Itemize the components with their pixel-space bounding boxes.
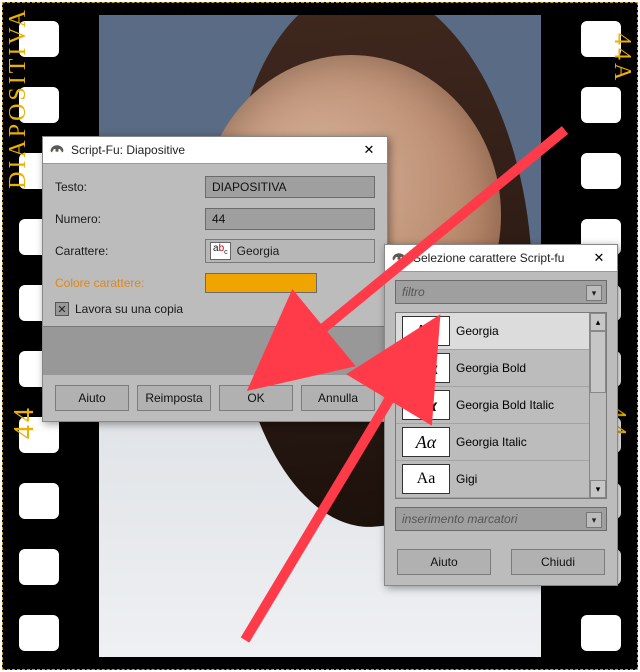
chevron-down-icon: ▾ xyxy=(586,285,602,301)
scroll-down-icon[interactable]: ▾ xyxy=(590,480,606,498)
film-num-a: 44A xyxy=(608,33,635,83)
font-list: Aα Georgia Aα Georgia Bold Aα Georgia Bold It… xyxy=(395,312,607,499)
dialog-title: Script-Fu: Diapositive xyxy=(71,143,351,157)
dialog2-body: filtro ▾ Aα Georgia Aα Georgia Bold Aα Georgi… xyxy=(385,272,617,531)
font-sample-icon: Aα xyxy=(402,316,450,346)
input-testo[interactable]: DIAPOSITIVA xyxy=(205,176,375,198)
reimposta-button[interactable]: Reimposta xyxy=(137,385,211,411)
label-numero: Numero: xyxy=(55,212,205,226)
wilber-icon xyxy=(49,143,65,157)
ok-button[interactable]: OK xyxy=(219,385,293,411)
font-sample-icon: Aα xyxy=(402,353,450,383)
font-sample-icon: Aα xyxy=(402,427,450,457)
marker-combo[interactable]: inserimento marcatori ▾ xyxy=(395,507,607,531)
font-item[interactable]: Aα Georgia Italic xyxy=(396,424,590,461)
sprocket-hole xyxy=(19,549,59,585)
scroll-thumb[interactable] xyxy=(590,331,606,393)
label-carattere: Carattere: xyxy=(55,244,205,258)
label-testo: Testo: xyxy=(55,180,205,194)
scroll-up-icon[interactable]: ▴ xyxy=(590,313,606,331)
close-icon[interactable]: ✕ xyxy=(587,248,611,268)
sprocket-hole xyxy=(581,153,621,189)
font-sample-icon: Aa xyxy=(402,464,450,494)
aiuto-button-2[interactable]: Aiuto xyxy=(397,549,491,575)
input-numero[interactable]: 44 xyxy=(205,208,375,230)
color-button[interactable] xyxy=(205,273,317,293)
font-name: Georgia xyxy=(456,324,499,338)
sprocket-hole xyxy=(19,615,59,651)
button-row-2: Aiuto Chiudi xyxy=(385,539,617,585)
button-row: Aiuto Reimposta OK Annulla xyxy=(43,375,387,421)
font-name: Georgia Bold xyxy=(456,361,526,375)
font-picker-button[interactable]: abc Georgia xyxy=(205,239,375,263)
sprocket-hole xyxy=(581,615,621,651)
checkbox-label: Lavora su una copia xyxy=(75,302,183,316)
checkbox-row[interactable]: ✕ Lavora su una copia xyxy=(55,302,375,316)
filter-placeholder: filtro xyxy=(402,285,425,299)
titlebar[interactable]: Script-Fu: Diapositive ✕ xyxy=(43,137,387,164)
sprocket-hole xyxy=(19,483,59,519)
font-name: Gigi xyxy=(456,472,477,486)
close-icon[interactable]: ✕ xyxy=(357,140,381,160)
font-item[interactable]: Aa Gigi xyxy=(396,461,590,498)
ab-icon: abc xyxy=(210,242,231,260)
font-name: Georgia Bold Italic xyxy=(456,398,554,412)
wilber-icon xyxy=(391,251,407,265)
sprocket-hole xyxy=(581,87,621,123)
dialog2-title: Selezione carattere Script-fu xyxy=(413,251,581,265)
dialog-font-selector: Selezione carattere Script-fu ✕ filtro ▾… xyxy=(384,244,618,586)
page: DIAPOSITIVA 44A 44 44 Script-Fu: Diaposi… xyxy=(0,0,640,672)
checkbox-icon: ✕ xyxy=(55,302,69,316)
font-item[interactable]: Aα Georgia Bold Italic xyxy=(396,387,590,424)
filter-combo[interactable]: filtro ▾ xyxy=(395,280,607,304)
dialog-body: Testo: DIAPOSITIVA Numero: 44 Carattere:… xyxy=(43,164,387,316)
marker-placeholder: inserimento marcatori xyxy=(402,512,517,526)
annulla-button[interactable]: Annulla xyxy=(301,385,375,411)
film-title: DIAPOSITIVA xyxy=(5,7,32,189)
font-name: Georgia Italic xyxy=(456,435,527,449)
film-num-left: 44 xyxy=(9,405,41,439)
font-sample-icon: Aα xyxy=(402,390,450,420)
chevron-down-icon: ▾ xyxy=(586,512,602,528)
scrollbar[interactable]: ▴ ▾ xyxy=(589,313,606,498)
font-item[interactable]: Aα Georgia Bold xyxy=(396,350,590,387)
chiudi-button[interactable]: Chiudi xyxy=(511,549,605,575)
dialog-diapositive: Script-Fu: Diapositive ✕ Testo: DIAPOSIT… xyxy=(42,136,388,422)
titlebar-2[interactable]: Selezione carattere Script-fu ✕ xyxy=(385,245,617,272)
font-picker-value: Georgia xyxy=(237,244,280,258)
label-colore: Colore carattere: xyxy=(55,276,205,290)
font-item[interactable]: Aα Georgia xyxy=(396,313,590,350)
preview-panel xyxy=(43,326,387,375)
aiuto-button[interactable]: Aiuto xyxy=(55,385,129,411)
